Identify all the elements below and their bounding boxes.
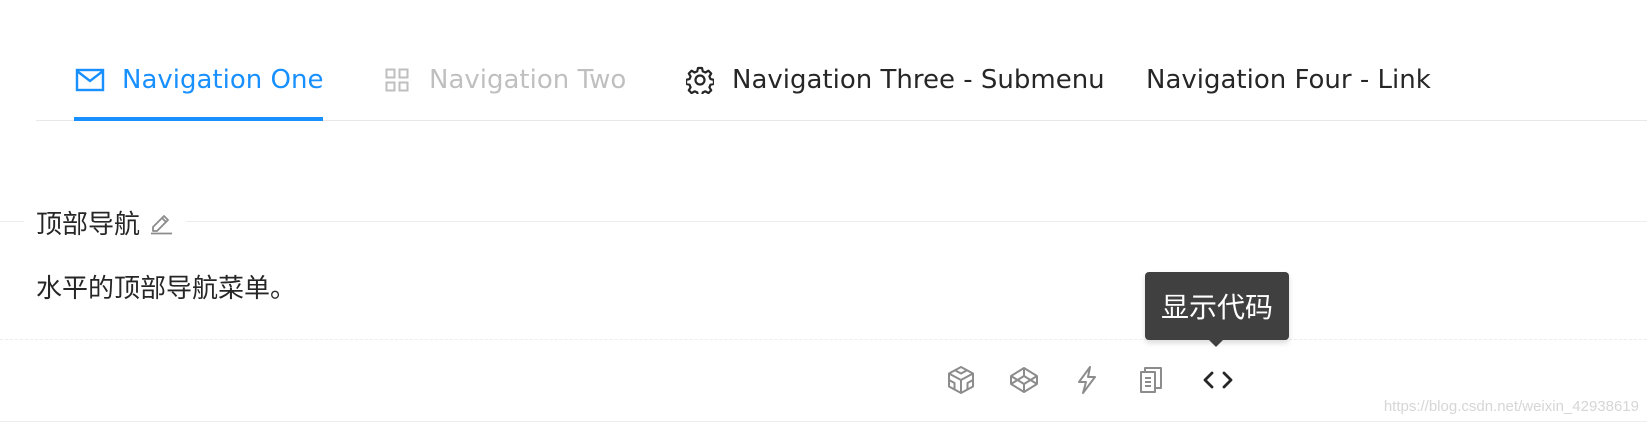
demo-title: 顶部导航 (24, 203, 187, 241)
show-code-tooltip: 显示代码 (1145, 272, 1289, 340)
actions-divider (0, 339, 1647, 340)
appstore-icon (381, 64, 413, 96)
mail-icon (74, 64, 106, 96)
codesandbox-icon[interactable] (941, 360, 981, 400)
section-divider (0, 221, 1647, 222)
demo-description: 水平的顶部导航菜单。 (36, 274, 297, 304)
codepen-icon[interactable] (1004, 360, 1044, 400)
watermark: https://blog.csdn.net/weixin_42938619 (1383, 398, 1639, 415)
tooltip-arrow (1207, 338, 1225, 347)
top-nav-menu: Navigation One Navigation Two Navigation… (36, 40, 1647, 121)
nav-item-navigation-two[interactable]: Navigation Two (381, 40, 626, 120)
nav-item-label: Navigation One (122, 65, 324, 95)
demo-title-text: 顶部导航 (36, 209, 141, 240)
setting-icon (684, 64, 716, 96)
copy-icon[interactable] (1131, 360, 1171, 400)
nav-item-navigation-one[interactable]: Navigation One (74, 40, 324, 121)
nav-item-navigation-four-link[interactable]: Navigation Four - Link (1146, 40, 1431, 120)
nav-item-label: Navigation Three - Submenu (732, 65, 1105, 95)
nav-item-label: Navigation Two (429, 65, 627, 95)
edit-icon[interactable] (148, 209, 174, 235)
card-bottom-border (0, 421, 1647, 422)
nav-item-navigation-three-submenu[interactable]: Navigation Three - Submenu (684, 40, 1105, 120)
tooltip-text: 显示代码 (1160, 291, 1273, 324)
code-icon[interactable] (1198, 360, 1238, 400)
thunderbolt-icon[interactable] (1067, 360, 1107, 400)
nav-item-label: Navigation Four - Link (1146, 65, 1431, 95)
active-indicator (74, 117, 324, 121)
